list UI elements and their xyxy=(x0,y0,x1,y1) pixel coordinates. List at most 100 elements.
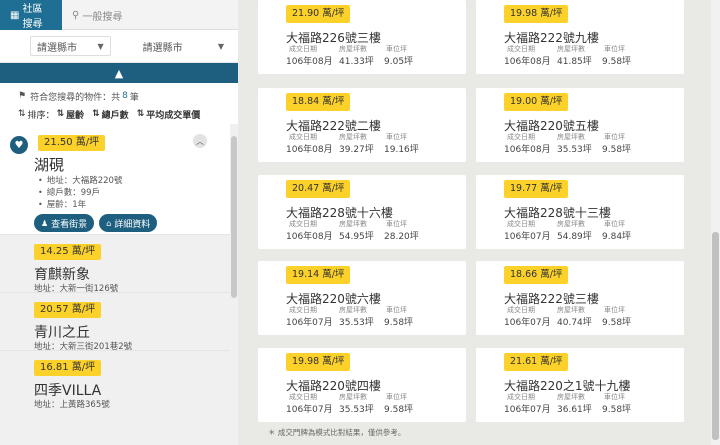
price-badge: 18.66 萬/坪 xyxy=(504,266,569,284)
transaction-card[interactable]: 21.61 萬/坪 大福路220之1號十九樓 成交日期 房屋坪數 車位坪 106年0… xyxy=(476,348,684,422)
price-badge: 14.25 萬/坪 xyxy=(34,244,102,260)
card-values: 106年07月 40.74坪 9.58坪 xyxy=(504,315,642,328)
sort-by-households[interactable]: ⇅ 總戶數 xyxy=(92,108,129,121)
label-date: 成交日期 xyxy=(289,133,317,141)
result-count-prefix: 符合您搜尋的物件：共 xyxy=(30,92,121,103)
label-area: 房屋坪數 xyxy=(339,45,367,53)
price-badge: 18.84 萬/坪 xyxy=(286,93,351,111)
label-area: 房屋坪數 xyxy=(339,220,367,228)
disclaimer-note: ＊ 成交門牌為模式比對結果，僅供參考。 xyxy=(268,428,406,437)
value-area: 35.53坪 xyxy=(339,405,374,415)
card-values: 106年08月 54.95坪 28.20坪 xyxy=(286,229,424,242)
community-name: 青川之丘 xyxy=(34,325,90,341)
tab-community-search[interactable]: ▦ 社區搜尋 xyxy=(0,0,62,30)
result-summary: ⚑ 符合您搜尋的物件：共 8 筆 ⇅ 排序： ⇅ 屋齡 ⇅ 總戶數 ⇅ 平均成交… xyxy=(0,83,238,125)
details-button[interactable]: ⌂ 詳細資料 xyxy=(99,214,158,232)
card-values: 106年07月 36.61坪 9.58坪 xyxy=(504,402,642,415)
sort-by-avg-price[interactable]: ⇅ 平均成交單價 xyxy=(137,108,201,121)
value-area: 39.27坪 xyxy=(339,145,374,155)
value-area: 35.53坪 xyxy=(557,145,592,155)
transaction-card[interactable]: 18.66 萬/坪 大福路222號三樓 成交日期 房屋坪數 車位坪 106年07月 4… xyxy=(476,261,684,335)
bullet-icon: • xyxy=(38,199,43,209)
flag-icon: ⚑ xyxy=(18,91,27,101)
label-parking: 車位坪 xyxy=(386,45,407,53)
value-area: 54.89坪 xyxy=(557,232,592,242)
heart-icon[interactable]: ♥ xyxy=(10,136,28,154)
chevron-down-icon: ▼ xyxy=(217,41,224,51)
transaction-card[interactable]: 19.77 萬/坪 大福路228號十三樓 成交日期 房屋坪數 車位坪 106年07月… xyxy=(476,175,684,249)
card-labels: 成交日期 房屋坪數 車位坪 xyxy=(286,219,424,229)
value-parking: 9.84坪 xyxy=(602,232,632,242)
label-date: 成交日期 xyxy=(507,393,535,401)
label-date: 成交日期 xyxy=(507,133,535,141)
value-date: 106年07月 xyxy=(504,232,551,242)
label-parking: 車位坪 xyxy=(604,133,625,141)
item-actions: ♟ 查看街景 ⌂ 詳細資料 xyxy=(34,214,230,232)
building-icon: ▦ xyxy=(10,9,20,21)
detail-age: • 屋齡：1年 xyxy=(38,198,230,211)
label-date: 成交日期 xyxy=(289,220,317,228)
label-area: 房屋坪數 xyxy=(557,306,585,314)
detail-text: 屋齡：1年 xyxy=(46,200,87,210)
sort-option-label: 平均成交單價 xyxy=(146,110,201,121)
price-badge: 19.98 萬/坪 xyxy=(286,353,351,371)
value-date: 106年08月 xyxy=(286,232,333,242)
collapse-item-button[interactable]: ︿ xyxy=(193,134,207,148)
label-date: 成交日期 xyxy=(289,393,317,401)
value-parking: 9.58坪 xyxy=(384,318,414,328)
value-date: 106年07月 xyxy=(504,405,551,415)
label-parking: 車位坪 xyxy=(604,393,625,401)
sidebar-scrollbar[interactable] xyxy=(230,124,238,445)
collapse-filters-button[interactable]: ▲ xyxy=(0,63,238,83)
transaction-card[interactable]: 20.47 萬/坪 大福路228號十六樓 成交日期 房屋坪數 車位坪 106年08月… xyxy=(258,175,466,249)
price-badge: 19.00 萬/坪 xyxy=(504,93,569,111)
transaction-card[interactable]: 19.98 萬/坪 大福路220號四樓 成交日期 房屋坪數 車位坪 106年07月 3… xyxy=(258,348,466,422)
county-select[interactable]: 請選縣市 ▼ xyxy=(30,36,111,56)
price-badge: 21.90 萬/坪 xyxy=(286,5,351,23)
label-area: 房屋坪數 xyxy=(339,306,367,314)
list-item[interactable]: 16.81 萬/坪 四季VILLA 地址：上黃路365號 xyxy=(0,350,230,410)
price-badge: 21.50 萬/坪 xyxy=(38,135,106,151)
value-date: 106年08月 xyxy=(286,57,333,67)
sidebar-scrollbar-thumb[interactable] xyxy=(231,136,237,298)
list-item-selected[interactable]: ♥ 21.50 萬/坪 ︿ 湖硯 • 地址：大福路220號 • 總戶數：99戶 • 屋… xyxy=(0,124,230,234)
transaction-card[interactable]: 21.90 萬/坪 大福路226號三樓 成交日期 房屋坪數 車位坪 106年08月 4… xyxy=(258,0,466,74)
filter-bar: 請選縣市 ▼ 請選縣市 ▼ xyxy=(0,30,238,63)
transaction-card[interactable]: 18.84 萬/坪 大福路222號二樓 成交日期 房屋坪數 車位坪 106年08月 3… xyxy=(258,88,466,162)
chevron-down-icon: ▼ xyxy=(97,41,104,51)
card-values: 106年07月 35.53坪 9.58坪 xyxy=(286,402,424,415)
value-date: 106年08月 xyxy=(286,145,333,155)
card-labels: 成交日期 房屋坪數 車位坪 xyxy=(504,44,642,54)
list-item[interactable]: 20.57 萬/坪 青川之丘 地址：大新三街201巷2號 xyxy=(0,292,230,352)
label-area: 房屋坪數 xyxy=(557,133,585,141)
street-view-button[interactable]: ♟ 查看街景 xyxy=(34,214,95,232)
value-area: 40.74坪 xyxy=(557,318,592,328)
result-count-line: ⚑ 符合您搜尋的物件：共 8 筆 xyxy=(18,89,238,103)
label-date: 成交日期 xyxy=(507,45,535,53)
community-list: ♥ 21.50 萬/坪 ︿ 湖硯 • 地址：大福路220號 • 總戶數：99戶 • 屋… xyxy=(0,124,230,445)
sort-icon: ⇅ xyxy=(92,109,100,119)
list-item[interactable]: 14.25 萬/坪 育麒新象 地址：大新一街126號 xyxy=(0,234,230,294)
value-parking: 9.58坪 xyxy=(602,145,632,155)
chevron-up-icon: ︿ xyxy=(196,136,204,146)
value-date: 106年08月 xyxy=(504,145,551,155)
county-select-value: 請選縣市 xyxy=(37,42,77,54)
main-scrollbar[interactable] xyxy=(711,0,720,445)
transaction-card[interactable]: 19.14 萬/坪 大福路220號六樓 成交日期 房屋坪數 車位坪 106年07月 3… xyxy=(258,261,466,335)
community-address: 地址：上黃路365號 xyxy=(34,400,110,410)
community-name: 湖硯 xyxy=(34,156,65,174)
label-parking: 車位坪 xyxy=(386,133,407,141)
card-values: 106年08月 41.33坪 9.05坪 xyxy=(286,54,424,67)
value-parking: 9.58坪 xyxy=(384,405,414,415)
value-area: 41.33坪 xyxy=(339,57,374,67)
price-badge: 16.81 萬/坪 xyxy=(34,360,102,376)
transaction-card[interactable]: 19.98 萬/坪 大福路222號九樓 成交日期 房屋坪數 車位坪 106年08月 4… xyxy=(476,0,684,74)
tab-general-search[interactable]: ⚲ 一般搜尋 xyxy=(62,0,132,30)
sort-option-label: 總戶數 xyxy=(101,110,129,121)
value-parking: 9.58坪 xyxy=(602,57,632,67)
transaction-card[interactable]: 19.00 萬/坪 大福路220號五樓 成交日期 房屋坪數 車位坪 106年08月 3… xyxy=(476,88,684,162)
district-select[interactable]: 請選縣市 ▼ xyxy=(117,36,230,56)
bullet-icon: • xyxy=(38,175,43,185)
main-scrollbar-thumb[interactable] xyxy=(712,232,719,440)
sort-by-age[interactable]: ⇅ 屋齡 xyxy=(57,108,85,121)
